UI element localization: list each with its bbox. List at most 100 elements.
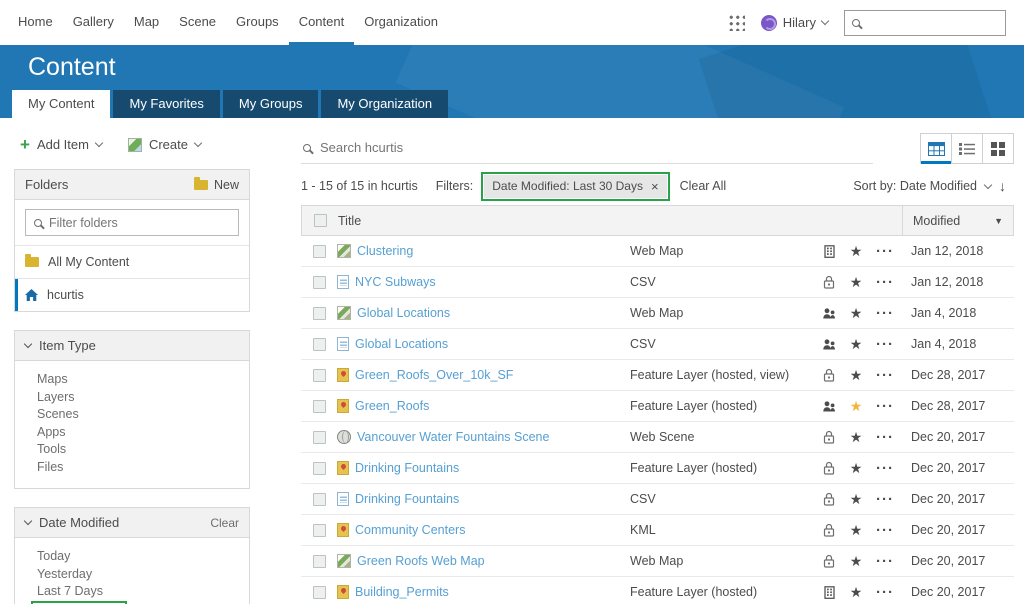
more-options-icon[interactable]: ··· — [876, 553, 894, 570]
date-filter-last-30-days[interactable]: •Last 30 Days — [31, 600, 249, 604]
tab-my-content[interactable]: My Content — [12, 90, 111, 118]
filter-folders-input[interactable] — [49, 215, 230, 230]
item-title-link[interactable]: NYC Subways — [355, 275, 436, 289]
folder-item-hcurtis[interactable]: hcurtis — [15, 278, 249, 311]
app-launcher-icon[interactable] — [727, 14, 745, 31]
favorite-star-icon[interactable]: ★ — [850, 243, 863, 259]
item-type-filter-apps[interactable]: Apps — [37, 424, 249, 442]
item-title-link[interactable]: Drinking Fountains — [355, 461, 459, 475]
tab-my-favorites[interactable]: My Favorites — [113, 90, 220, 118]
item-title-link[interactable]: Global Locations — [357, 306, 450, 320]
date-filter-last-7-days[interactable]: Last 7 Days — [37, 583, 249, 601]
select-all-checkbox[interactable] — [313, 214, 327, 227]
item-type-header[interactable]: Item Type — [15, 331, 249, 361]
clear-all-link[interactable]: Clear All — [680, 179, 727, 193]
row-checkbox[interactable] — [312, 337, 326, 351]
more-options-icon[interactable]: ··· — [876, 274, 894, 291]
nav-item-groups[interactable]: Groups — [226, 0, 289, 45]
clear-date-filter-link[interactable]: Clear — [210, 516, 239, 530]
item-title-link[interactable]: Community Centers — [355, 523, 465, 537]
table-view-icon — [927, 141, 945, 156]
user-menu[interactable]: Hilary — [760, 14, 830, 31]
tab-my-organization[interactable]: My Organization — [321, 90, 449, 118]
item-type-filter-files[interactable]: Files — [37, 459, 249, 477]
more-options-icon[interactable]: ··· — [876, 491, 894, 508]
folder-item-all-my-content[interactable]: All My Content — [15, 245, 249, 278]
column-modified[interactable]: Modified ▼ — [902, 206, 1013, 235]
table-view-button[interactable] — [920, 133, 952, 164]
favorite-star-icon[interactable]: ★ — [850, 274, 863, 290]
item-title-link[interactable]: Green_Roofs_Over_10k_SF — [355, 368, 513, 382]
row-checkbox[interactable] — [312, 523, 326, 537]
grid-view-button[interactable] — [982, 133, 1014, 164]
folder-icon — [193, 176, 208, 190]
more-options-icon[interactable]: ··· — [876, 243, 894, 260]
date-filter-today[interactable]: Today — [37, 548, 249, 566]
nav-item-scene[interactable]: Scene — [169, 0, 226, 45]
nav-item-map[interactable]: Map — [124, 0, 169, 45]
chevron-down-icon — [983, 180, 993, 189]
item-title-link[interactable]: Clustering — [357, 244, 413, 258]
more-options-icon[interactable]: ··· — [876, 336, 894, 353]
content-search-input[interactable] — [320, 140, 873, 155]
results-row: 1 - 15 of 15 in hcurtis Filters: Date Mo… — [301, 171, 1014, 201]
item-title-link[interactable]: Drinking Fountains — [355, 492, 459, 506]
remove-filter-icon[interactable]: × — [651, 179, 659, 194]
favorite-star-icon[interactable]: ★ — [850, 429, 863, 445]
create-button[interactable]: Create — [127, 137, 203, 152]
more-options-icon[interactable]: ··· — [876, 429, 894, 446]
tab-my-groups[interactable]: My Groups — [222, 90, 319, 118]
item-title-link[interactable]: Building_Permits — [355, 585, 449, 599]
more-options-icon[interactable]: ··· — [876, 398, 894, 415]
new-folder-button[interactable]: New — [193, 176, 239, 192]
row-checkbox[interactable] — [312, 399, 326, 413]
item-type-filter-layers[interactable]: Layers — [37, 389, 249, 407]
feature-layer-icon — [337, 368, 349, 382]
favorite-star-icon[interactable]: ★ — [850, 491, 863, 507]
favorite-star-icon[interactable]: ★ — [850, 553, 863, 569]
favorite-star-icon[interactable]: ★ — [850, 367, 863, 383]
row-checkbox[interactable] — [312, 585, 326, 599]
favorite-star-icon[interactable]: ★ — [850, 336, 863, 352]
favorite-star-icon[interactable]: ★ — [850, 522, 863, 538]
nav-item-gallery[interactable]: Gallery — [63, 0, 124, 45]
item-type-filter-tools[interactable]: Tools — [37, 441, 249, 459]
sidebar-actions: + Add Item Create — [20, 136, 291, 153]
item-title-link[interactable]: Global Locations — [355, 337, 448, 351]
favorite-star-icon[interactable]: ★ — [850, 398, 863, 414]
sharing-status — [815, 461, 843, 475]
favorite-star-icon[interactable]: ★ — [850, 460, 863, 476]
date-modified-filter-chip[interactable]: Date Modified: Last 30 Days × — [484, 174, 667, 198]
sort-label[interactable]: Sort by: Date Modified — [853, 179, 977, 193]
favorite-star-icon[interactable]: ★ — [850, 584, 863, 600]
nav-item-organization[interactable]: Organization — [354, 0, 448, 45]
favorite-star-icon[interactable]: ★ — [850, 305, 863, 321]
date-modified-header[interactable]: Date Modified Clear — [15, 508, 249, 538]
row-checkbox[interactable] — [312, 306, 326, 320]
more-options-icon[interactable]: ··· — [876, 367, 894, 384]
item-title-link[interactable]: Green Roofs Web Map — [357, 554, 485, 568]
row-checkbox[interactable] — [312, 461, 326, 475]
nav-item-content[interactable]: Content — [288, 0, 355, 45]
global-search-input[interactable] — [866, 15, 998, 30]
list-view-button[interactable] — [951, 133, 983, 164]
nav-item-home[interactable]: Home — [8, 0, 63, 45]
item-title-link[interactable]: Vancouver Water Fountains Scene — [357, 430, 549, 444]
row-checkbox[interactable] — [312, 368, 326, 382]
more-options-icon[interactable]: ··· — [876, 522, 894, 539]
item-title-link[interactable]: Green_Roofs — [355, 399, 429, 413]
row-checkbox[interactable] — [312, 275, 326, 289]
row-checkbox[interactable] — [312, 430, 326, 444]
item-type-filter-maps[interactable]: Maps — [37, 371, 249, 389]
item-type-filter-scenes[interactable]: Scenes — [37, 406, 249, 424]
more-options-icon[interactable]: ··· — [876, 460, 894, 477]
date-filter-yesterday[interactable]: Yesterday — [37, 566, 249, 584]
row-checkbox[interactable] — [312, 244, 326, 258]
table-row: Building_Permits Feature Layer (hosted) ★ ·… — [301, 577, 1014, 604]
add-item-button[interactable]: + Add Item — [20, 136, 104, 153]
row-checkbox[interactable] — [312, 554, 326, 568]
more-options-icon[interactable]: ··· — [876, 584, 894, 601]
row-checkbox[interactable] — [312, 492, 326, 506]
more-options-icon[interactable]: ··· — [876, 305, 894, 322]
sort-direction-icon[interactable]: ↓ — [999, 178, 1006, 194]
